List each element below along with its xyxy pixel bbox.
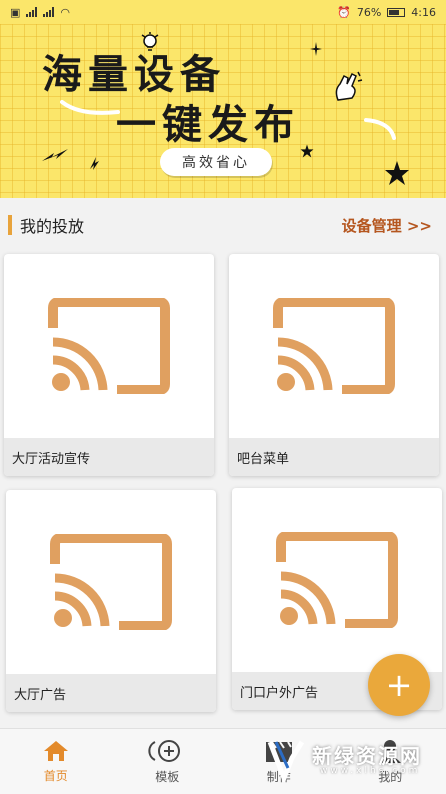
cast-thumbnail xyxy=(232,488,442,672)
device-management-link[interactable]: 设备管理 >> xyxy=(342,215,432,236)
cast-card[interactable]: 大厅活动宣传 xyxy=(4,254,214,476)
banner-title-line2: 一键发布 xyxy=(116,101,300,148)
battery-percent: 76% xyxy=(356,5,382,19)
status-right: ⏰ 76% 4:16 xyxy=(337,6,436,19)
watermark-text: 新绿资源网 xyxy=(312,744,422,768)
cast-icon xyxy=(273,298,395,394)
nav-label: 首页 xyxy=(43,769,68,783)
section-accent-bar xyxy=(8,215,12,235)
swoosh-decoration xyxy=(364,118,396,140)
nav-item-template[interactable]: 模板 xyxy=(112,729,224,794)
section-title-group: 我的投放 xyxy=(8,213,84,237)
battery-icon xyxy=(387,7,406,17)
notification-icon: ▣ xyxy=(10,5,21,19)
watermark: 新绿资源网 www.xlhs.com xyxy=(262,734,440,786)
star-icon xyxy=(300,144,314,158)
cast-thumbnail xyxy=(6,490,216,674)
home-icon xyxy=(43,741,68,761)
lightning-icon xyxy=(42,149,68,161)
watermark-logo-icon xyxy=(267,740,305,782)
alarm-icon: ⏰ xyxy=(337,5,351,19)
star-icon xyxy=(385,161,409,185)
card-label: 大厅活动宣传 xyxy=(4,438,214,476)
cast-icon xyxy=(48,298,170,394)
swoosh-decoration xyxy=(60,100,120,115)
cast-icon xyxy=(276,532,398,628)
cast-thumbnail xyxy=(229,254,439,438)
promo-banner[interactable]: 海量设备 一键发布 高效省心 xyxy=(0,0,446,198)
template-icon xyxy=(148,740,181,762)
wifi-icon: ◠ xyxy=(60,5,71,19)
card-label: 吧台菜单 xyxy=(229,438,439,476)
cheer-hand-icon xyxy=(335,71,363,101)
nav-label: 模板 xyxy=(155,770,180,784)
signal-icon xyxy=(26,7,38,17)
cast-card[interactable]: 大厅广告 xyxy=(6,490,216,712)
plus-icon: + xyxy=(385,666,413,704)
status-time: 4:16 xyxy=(411,5,436,19)
cast-thumbnail xyxy=(4,254,214,438)
cast-card[interactable]: 吧台菜单 xyxy=(229,254,439,476)
watermark-subtext: www.xlhs.com xyxy=(320,766,421,776)
sparkle-icon xyxy=(310,42,322,56)
section-header: 我的投放 设备管理 >> xyxy=(0,208,446,242)
section-title: 我的投放 xyxy=(20,217,85,236)
signal-icon xyxy=(43,7,55,17)
status-left: ▣ ◠ xyxy=(10,6,70,19)
bulb-icon xyxy=(141,32,159,51)
banner-pill: 高效省心 xyxy=(160,148,272,176)
status-bar: ▣ ◠ ⏰ 76% 4:16 xyxy=(0,0,446,24)
nav-item-home[interactable]: 首页 xyxy=(0,729,112,794)
lightning-icon xyxy=(90,157,99,170)
card-label: 大厅广告 xyxy=(6,674,216,712)
add-button[interactable]: + xyxy=(368,654,430,716)
cast-icon xyxy=(50,534,172,630)
